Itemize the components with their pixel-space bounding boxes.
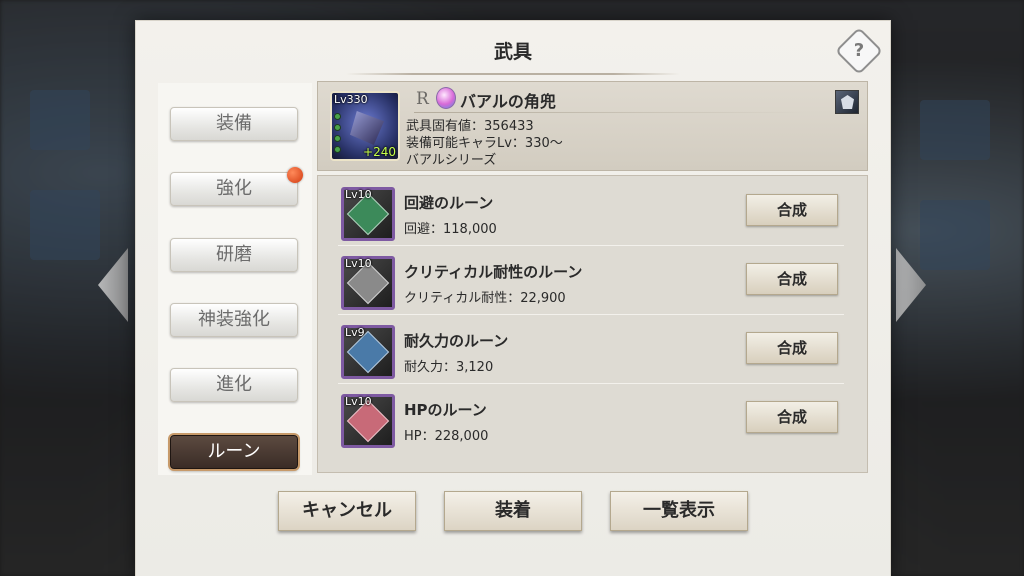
weapon-plus-value: +240 <box>363 145 396 159</box>
help-icon[interactable]: ? <box>834 26 884 76</box>
notification-badge <box>287 167 303 183</box>
combine-button[interactable]: 合成 <box>746 263 838 295</box>
rune-name: HPのルーン <box>404 401 487 419</box>
rune-stat: 回避：118,000 <box>404 222 497 237</box>
combine-button[interactable]: 合成 <box>746 194 838 226</box>
rune-stat: 耐久力：3,120 <box>404 360 494 375</box>
cancel-button[interactable]: キャンセル <box>278 491 416 531</box>
tab-label: 研磨 <box>216 244 252 265</box>
rarity-label: R <box>416 89 429 109</box>
helmet-icon <box>350 111 384 145</box>
rune-stat: クリティカル耐性：22,900 <box>404 291 566 306</box>
rune-row: Lv9 耐久力のルーン 耐久力：3,120 合成 <box>338 318 844 384</box>
help-icon-label: ? <box>853 40 865 61</box>
slot-dot-icon <box>334 124 341 131</box>
equip-button[interactable]: 装着 <box>444 491 582 531</box>
rune-level: Lv10 <box>345 188 372 201</box>
combine-button[interactable]: 合成 <box>746 332 838 364</box>
combine-button[interactable]: 合成 <box>746 401 838 433</box>
tab-evolve[interactable]: 進化 <box>170 368 298 402</box>
equipment-dialog: 武具 ? 装備 強化 研磨 神装強化 進化 ルーン Lv330 +240 R バ… <box>135 20 891 576</box>
rune-level: Lv10 <box>345 257 372 270</box>
tab-label: 神装強化 <box>198 309 270 330</box>
weapon-info-panel: Lv330 +240 R バアルの角兜 武具固有値：356433 装備可能キャラ… <box>317 81 868 171</box>
tab-polish[interactable]: 研磨 <box>170 238 298 272</box>
element-icon <box>436 87 456 109</box>
tab-equip[interactable]: 装備 <box>170 107 298 141</box>
weapon-name-divider <box>414 112 807 113</box>
title-divider <box>346 73 680 75</box>
rune-row: Lv10 クリティカル耐性のルーン クリティカル耐性：22,900 合成 <box>338 249 844 315</box>
slot-dot-icon <box>334 135 341 142</box>
weapon-helmet-icon[interactable]: Lv330 +240 <box>330 91 400 161</box>
tab-list: 装備 強化 研磨 神装強化 進化 ルーン <box>158 83 312 475</box>
rune-list: Lv10 回避のルーン 回避：118,000 合成 Lv10 クリティカル耐性の… <box>317 175 868 473</box>
list-view-button[interactable]: 一覧表示 <box>610 491 748 531</box>
tab-divine-enhance[interactable]: 神装強化 <box>170 303 298 337</box>
rune-row: Lv10 HPのルーン HP：228,000 合成 <box>338 387 844 453</box>
tab-label: ルーン <box>207 441 261 462</box>
slot-dot-icon <box>334 146 341 153</box>
weapon-series: バアルシリーズ <box>406 153 497 168</box>
rune-icon[interactable]: Lv10 <box>341 187 395 241</box>
rune-name: 耐久力のルーン <box>404 332 509 350</box>
rune-icon[interactable]: Lv10 <box>341 256 395 310</box>
equipped-character-icon[interactable] <box>835 90 859 114</box>
rune-level: Lv10 <box>345 395 372 408</box>
tab-rune[interactable]: ルーン <box>170 435 298 469</box>
rune-row: Lv10 回避のルーン 回避：118,000 合成 <box>338 180 844 246</box>
tab-label: 進化 <box>216 374 252 395</box>
weapon-name: バアルの角兜 <box>460 92 556 111</box>
tab-enhance[interactable]: 強化 <box>170 167 303 206</box>
rune-stat: HP：228,000 <box>404 429 489 444</box>
rune-icon[interactable]: Lv9 <box>341 325 395 379</box>
tab-label: 強化 <box>216 178 252 199</box>
slot-dot-icon <box>334 113 341 120</box>
rune-name: 回避のルーン <box>404 194 494 212</box>
weapon-level: Lv330 <box>334 93 368 106</box>
rune-level: Lv9 <box>345 326 365 339</box>
rune-name: クリティカル耐性のルーン <box>404 263 583 281</box>
rune-icon[interactable]: Lv10 <box>341 394 395 448</box>
dialog-title: 武具 <box>493 41 532 63</box>
tab-label: 装備 <box>216 113 252 134</box>
